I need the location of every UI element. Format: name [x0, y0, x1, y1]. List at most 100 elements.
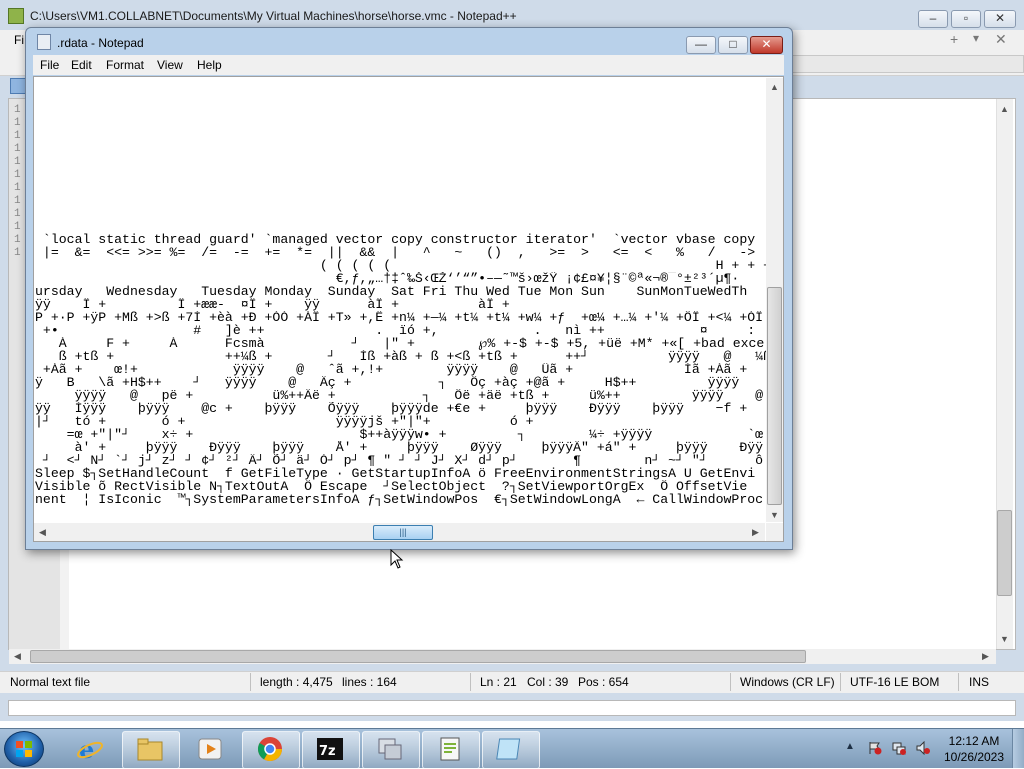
- notepadpp-maximize-button[interactable]: ▫: [951, 10, 981, 28]
- clock-time[interactable]: 12:12 AM: [944, 734, 1004, 748]
- text-line: ursday Wednesday Tuesday Monday Sunday S…: [35, 285, 748, 298]
- chevron-down-icon[interactable]: ▾: [973, 31, 979, 45]
- scroll-down-icon[interactable]: ▼: [1000, 634, 1009, 644]
- status-length: length : 4,475: [260, 675, 333, 689]
- scroll-right-icon[interactable]: ▶: [752, 527, 759, 538]
- line-number: 1: [14, 156, 21, 168]
- text-line: €,ƒ,„…†‡ˆ‰Š‹ŒŽ‘’“”•–—˜™š›œžŸ ¡¢£¤¥¦§¨©ª«…: [35, 272, 740, 285]
- mouse-cursor-icon: [390, 549, 404, 569]
- chrome-icon: [257, 737, 282, 762]
- action-center-flag-icon[interactable]: [868, 741, 882, 755]
- notepad-title: .rdata - Notepad: [57, 36, 144, 50]
- text-line: ┘ <┘ N┘ `┘ j┘ z┘ ┘ ¢┘ ²┘ Ä┘ Õ┘ ä┘ Ò┘ p┘ …: [35, 454, 764, 467]
- line-number: 1: [14, 143, 21, 155]
- folder-icon: [137, 738, 163, 761]
- 7zip-icon: 7z: [317, 738, 343, 760]
- network-icon[interactable]: [892, 741, 906, 755]
- close-button[interactable]: ✕: [750, 36, 783, 54]
- line-number: 1: [14, 195, 21, 207]
- text-line: ÿÿ Ï + Ï +ææ- ¤Ï + ÿÿ àÏ + àÏ +: [35, 298, 510, 311]
- notepadpp-tab-strip[interactable]: [790, 55, 1024, 73]
- status-divider: [958, 673, 959, 691]
- status-encoding: UTF-16 LE BOM: [850, 675, 940, 689]
- line-number: 1: [14, 130, 21, 142]
- status-divider: [250, 673, 251, 691]
- line-number: 1: [14, 182, 21, 194]
- menu-edit[interactable]: Edit: [71, 58, 92, 72]
- text-line: `local static thread guard' `managed vec…: [35, 233, 756, 246]
- text-line: nent ¦ IsIconic ™┐SystemParametersInfoA …: [35, 493, 764, 506]
- scroll-up-icon[interactable]: ▲: [1000, 104, 1009, 114]
- text-line: P +·P +ÿP +Mß +>ß +7Í +èà +Ð +ÓÓ +ÀÏ +T»…: [35, 311, 766, 324]
- scroll-left-icon[interactable]: ◀: [14, 651, 21, 662]
- status-line-number: Ln : 21: [480, 675, 517, 689]
- text-line: Visible õ RectVisible N┐TextOutA Ö Escap…: [35, 480, 748, 493]
- scroll-left-icon[interactable]: ◀: [39, 527, 46, 538]
- clock-date[interactable]: 10/26/2023: [940, 750, 1008, 764]
- scroll-right-icon[interactable]: ▶: [982, 651, 989, 662]
- line-number: 1: [14, 104, 21, 116]
- notepadpp-menu-file[interactable]: Fi: [14, 33, 24, 47]
- notepad-horizontal-scroll-thumb[interactable]: |||: [373, 525, 433, 540]
- tray-overflow-icon[interactable]: ▲: [845, 741, 855, 752]
- internet-explorer-icon: e: [77, 736, 103, 762]
- line-number: 1: [14, 117, 21, 129]
- close-icon[interactable]: ✕: [995, 31, 1007, 48]
- notepad-menubar: [33, 55, 784, 75]
- notepadpp-icon: [440, 737, 460, 761]
- line-number: 1: [14, 208, 21, 220]
- scroll-up-icon[interactable]: ▲: [770, 82, 779, 92]
- volume-icon[interactable]: [916, 741, 930, 755]
- minimize-button[interactable]: —: [686, 36, 716, 54]
- show-desktop-button[interactable]: [1012, 729, 1024, 768]
- vmware-icon: [378, 738, 402, 760]
- line-number: 1: [14, 247, 21, 259]
- text-line: +• # ]è ++ . ïó +, . nì ++ ¤ :: [35, 324, 756, 337]
- maximize-button[interactable]: □: [718, 36, 748, 54]
- scroll-down-icon[interactable]: ▼: [770, 510, 779, 520]
- new-file-icon[interactable]: [10, 78, 26, 94]
- status-insert-mode: INS: [969, 675, 990, 689]
- background-window-strip: [8, 700, 1016, 716]
- text-line: |┘ tó + ó + ÿÿÿÿjš +"|"+ ó + ô: [35, 415, 766, 428]
- text-line: ÿÿÿÿ @ pë + ü%++Äë + ┐ Ôë +äë +tß + ü%++…: [35, 389, 764, 402]
- windows-logo-icon: [16, 741, 32, 757]
- menu-file[interactable]: File: [40, 58, 59, 72]
- status-divider: [730, 673, 731, 691]
- notepadpp-vertical-scroll-thumb[interactable]: [997, 510, 1012, 596]
- status-divider: [840, 673, 841, 691]
- text-line: +Àã + œ!+ ÿÿÿÿ @ ˆã +,!+ ÿÿÿÿ @ Üã + Ìã …: [35, 363, 766, 376]
- text-line: ( ( ( ( ( H + + + +: [35, 259, 766, 272]
- text-line: |= &= <<= >>= %= /= -= += *= || && | ^ ~…: [35, 246, 756, 259]
- notepadpp-app-icon: [8, 8, 24, 24]
- menu-format[interactable]: Format: [106, 58, 144, 72]
- status-position: Pos : 654: [578, 675, 629, 689]
- line-number: 1: [14, 221, 21, 233]
- new-tab-icon[interactable]: +: [950, 31, 958, 47]
- status-eol: Windows (CR LF): [740, 675, 835, 689]
- line-number: 1: [14, 234, 21, 246]
- notepadpp-title: C:\Users\VM1.COLLABNET\Documents\My Virt…: [30, 9, 517, 23]
- status-divider: [470, 673, 471, 691]
- notepad-icon: [496, 738, 521, 760]
- notepad-vertical-scroll-thumb[interactable]: [767, 287, 782, 505]
- text-line: ß +tß + ++¼ß + ┘ Ìß +àß + ß +<ß +tß + ++…: [35, 350, 766, 363]
- menu-help[interactable]: Help: [197, 58, 222, 72]
- status-file-type: Normal text file: [10, 675, 91, 689]
- notepad-app-icon: [37, 34, 51, 50]
- status-column: Col : 39: [527, 675, 569, 689]
- notepadpp-close-button[interactable]: ✕: [984, 10, 1016, 28]
- media-player-icon: [198, 738, 222, 760]
- notepadpp-horizontal-scroll-thumb[interactable]: [30, 650, 806, 663]
- text-line: ÿ B \ã +H$++ ┘ ÿÿÿÿ @ Äç + ┐ Ôç +àç +@ã …: [35, 376, 766, 389]
- text-line: à' + þÿÿÿ Ðÿÿÿ þÿÿÿ Å' + þÿÿÿ Øÿÿÿ þÿÿÿÄ…: [35, 441, 764, 454]
- text-line: À F + À Fcsmà ┘ |" + ℘% +-$ +-$ +5, +üë …: [35, 337, 765, 350]
- status-lines: lines : 164: [342, 675, 397, 689]
- text-line: =œ +"|"┘ x÷ + $++àÿÿÿw• + ┐ ¼÷ +ÿÿÿÿ `œ: [35, 428, 764, 441]
- notepadpp-minimize-button[interactable]: –: [918, 10, 948, 28]
- size-grip[interactable]: [766, 523, 783, 541]
- menu-view[interactable]: View: [157, 58, 183, 72]
- notepad-text-content[interactable]: `local static thread guard' `managed vec…: [35, 78, 766, 520]
- text-line: Sleep $┐SetHandleCount f GetFileType · G…: [35, 467, 756, 480]
- svg-text:7z: 7z: [319, 744, 336, 759]
